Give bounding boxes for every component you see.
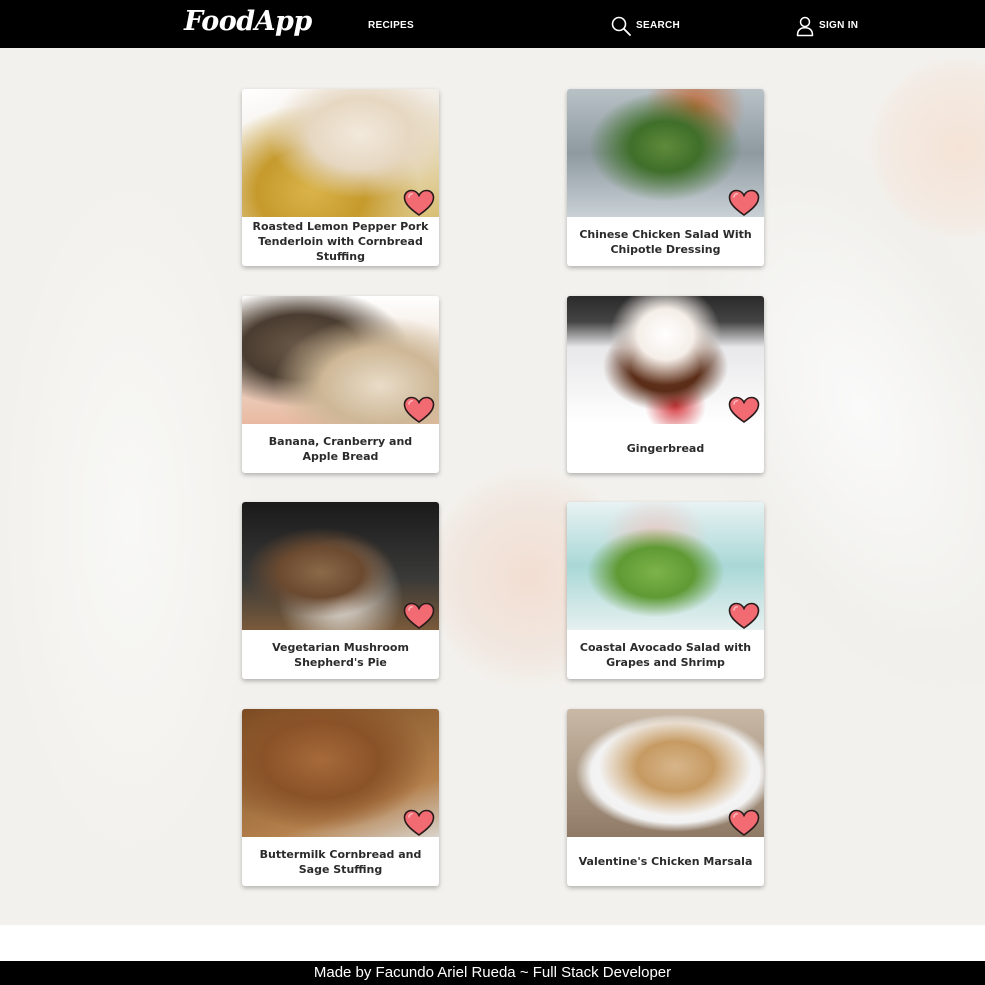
nav-search-label: SEARCH <box>636 20 681 31</box>
recipe-card[interactable]: Roasted Lemon Pepper Pork Tenderloin wit… <box>242 89 439 266</box>
recipes-main: Roasted Lemon Pepper Pork Tenderloin wit… <box>0 48 985 925</box>
recipe-title: Banana, Cranberry and Apple Bread <box>268 434 413 463</box>
recipe-card[interactable]: Banana, Cranberry and Apple Bread <box>242 296 439 473</box>
recipe-card[interactable]: Gingerbread <box>567 296 764 473</box>
heart-icon[interactable] <box>728 809 760 837</box>
heart-icon[interactable] <box>728 396 760 424</box>
nav-signin-label: SIGN IN <box>819 20 859 31</box>
recipe-card[interactable]: Valentine's Chicken Marsala <box>567 709 764 886</box>
footer-credit: Made by Facundo Ariel Rueda ~ Full Stack… <box>313 964 672 981</box>
recipe-title: Chinese Chicken Salad With Chipotle Dres… <box>579 227 752 256</box>
recipe-title: Roasted Lemon Pepper Pork Tenderloin wit… <box>252 220 429 263</box>
recipe-card[interactable]: Coastal Avocado Salad with Grapes and Sh… <box>567 502 764 679</box>
recipe-title: Valentine's Chicken Marsala <box>578 855 753 868</box>
recipe-card[interactable]: Chinese Chicken Salad With Chipotle Dres… <box>567 89 764 266</box>
heart-icon[interactable] <box>403 396 435 424</box>
heart-icon[interactable] <box>728 602 760 630</box>
app-logo[interactable]: FoodApp <box>184 6 312 37</box>
footer-spacer <box>0 925 985 961</box>
recipe-card[interactable]: Buttermilk Cornbread and Sage Stuffing <box>242 709 439 886</box>
recipe-title: Gingerbread <box>626 442 705 455</box>
nav-search-link[interactable]: SEARCH <box>610 15 680 37</box>
nav-recipes-link[interactable]: RECIPES <box>368 20 414 31</box>
user-icon <box>796 16 814 37</box>
heart-icon[interactable] <box>403 602 435 630</box>
background-decoration <box>0 168 260 868</box>
recipe-card[interactable]: Vegetarian Mushroom Shepherd's Pie <box>242 502 439 679</box>
recipe-title: Buttermilk Cornbread and Sage Stuffing <box>259 847 422 876</box>
heart-icon[interactable] <box>403 189 435 217</box>
recipe-title: Vegetarian Mushroom Shepherd's Pie <box>272 640 409 669</box>
heart-icon[interactable] <box>728 189 760 217</box>
heart-icon[interactable] <box>403 809 435 837</box>
nav-signin-link[interactable]: SIGN IN <box>795 15 858 37</box>
search-icon <box>611 16 631 36</box>
recipe-title: Coastal Avocado Salad with Grapes and Sh… <box>579 640 752 669</box>
navbar: FoodApp RECIPES SEARCH SIGN IN <box>0 0 985 48</box>
footer: Made by Facundo Ariel Rueda ~ Full Stack… <box>0 961 985 985</box>
